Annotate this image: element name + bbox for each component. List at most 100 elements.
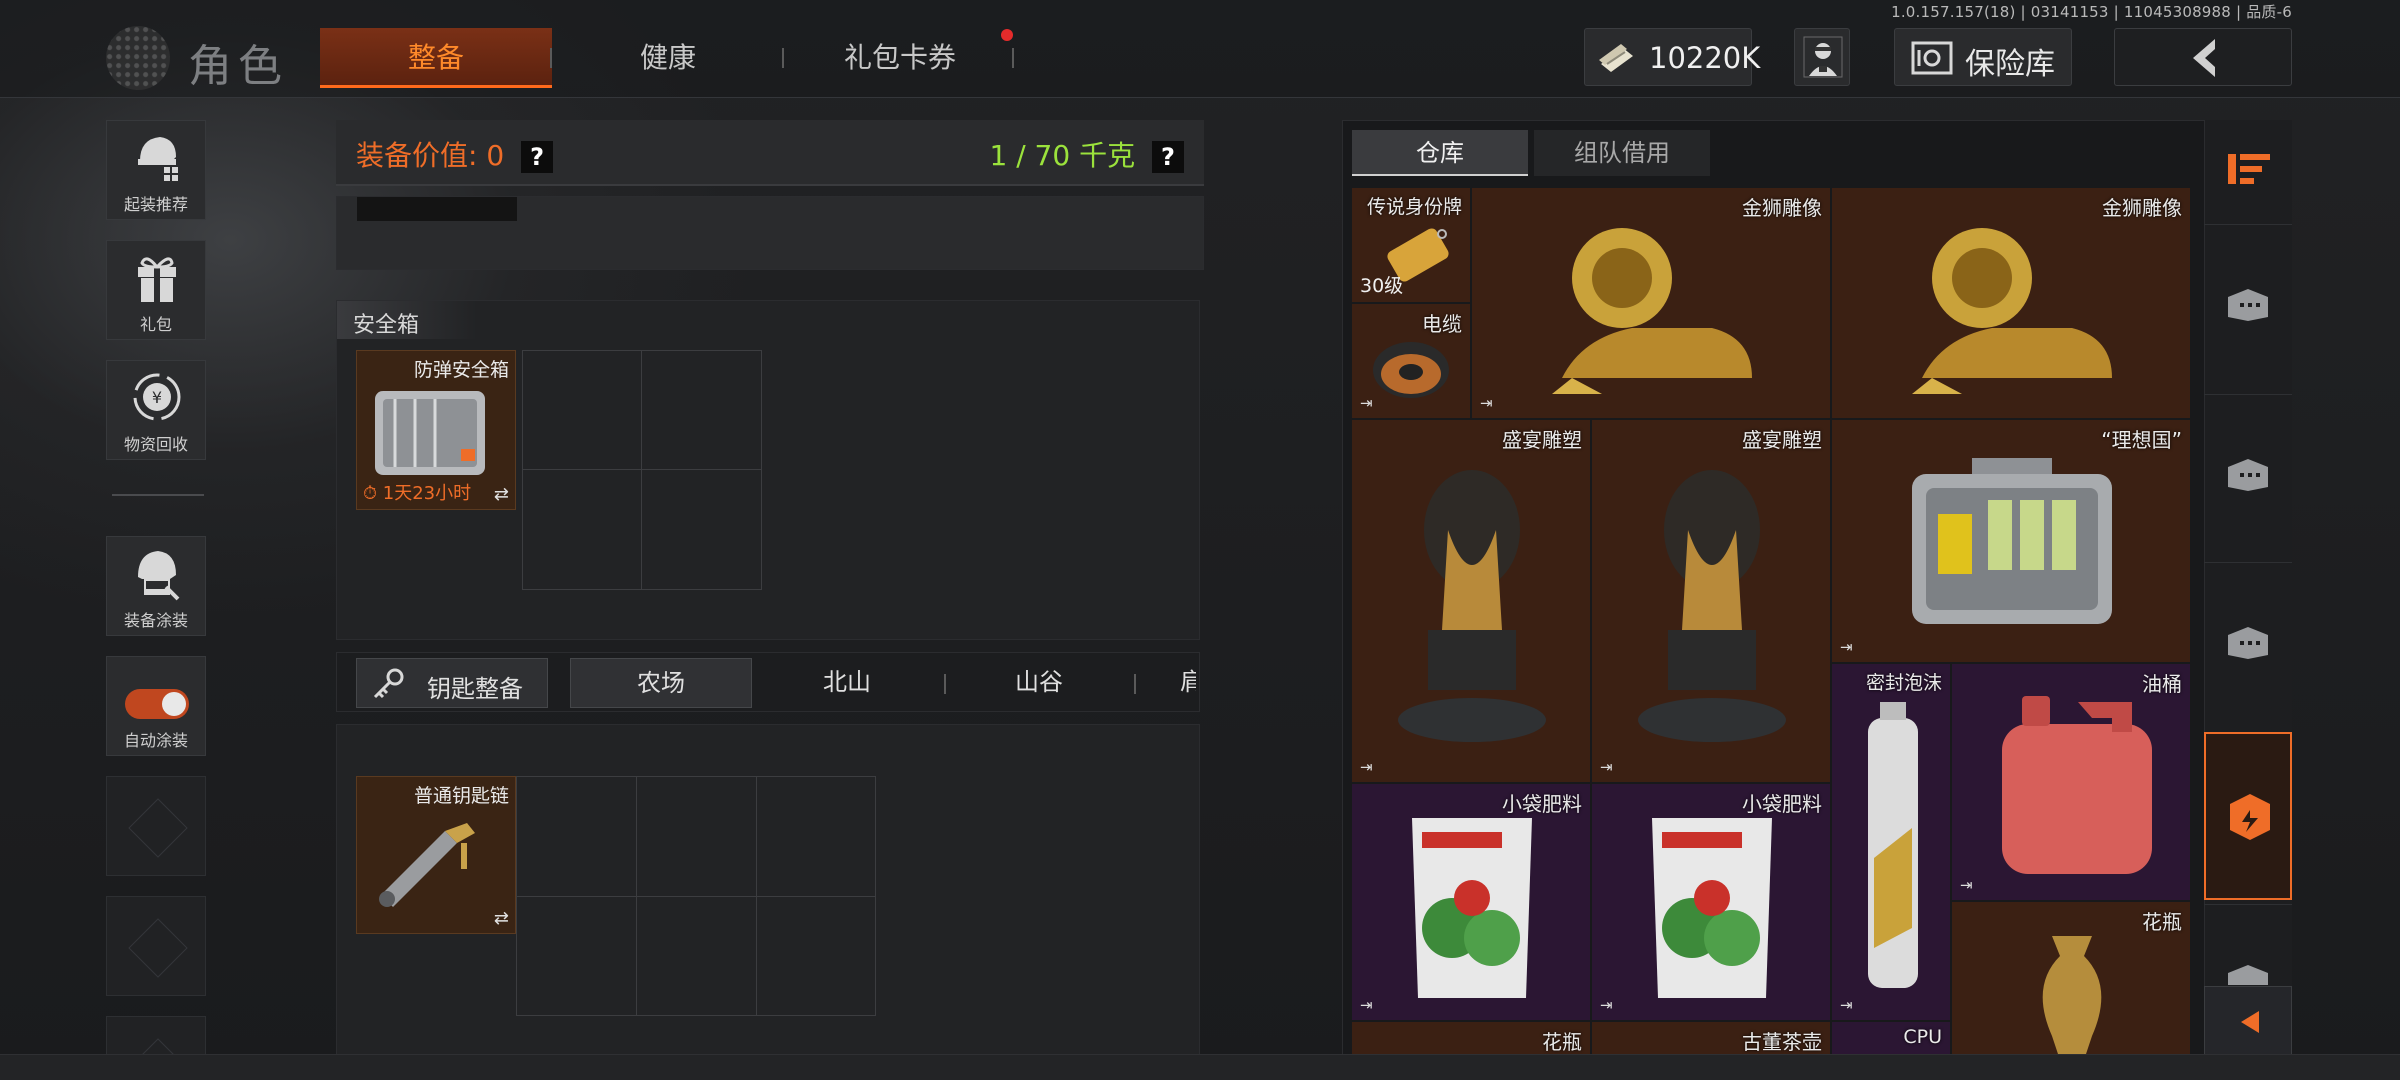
auto-paint-toggle[interactable]	[125, 689, 189, 719]
map-tab-valley[interactable]: 山谷	[946, 658, 1132, 708]
hazard-case-icon	[1912, 458, 2112, 624]
export-icon[interactable]: ⇥	[1600, 996, 1613, 1014]
export-icon[interactable]: ⇥	[1480, 394, 1493, 412]
helmet-gear-icon	[138, 137, 178, 181]
item-utopia-case[interactable]: “理想国” ⇥	[1832, 420, 2190, 662]
cable-spool-icon	[1373, 342, 1449, 398]
keychain-icon	[379, 823, 475, 907]
secure-box-grid	[522, 350, 762, 590]
storage-box-active[interactable]	[2204, 732, 2292, 900]
item-name: 普通钥匙链	[413, 785, 509, 807]
help-icon[interactable]: ?	[1152, 141, 1184, 173]
storage-box-icon	[2228, 627, 2268, 659]
weight-capacity: 1 / 70 千克	[989, 139, 1136, 172]
secure-box-slot[interactable]: 防弹安全箱 ⏱ 1天23小时 ⇄	[356, 350, 516, 510]
cash-icon	[1599, 44, 1633, 72]
item-banquet-sculpture[interactable]: 盛宴雕塑 ⇥	[1352, 420, 1590, 782]
item-name: 密封泡沫	[1865, 672, 1942, 694]
equipment-strip	[336, 196, 1204, 270]
export-icon[interactable]: ⇥	[1840, 638, 1853, 656]
export-icon[interactable]: ⇥	[1960, 876, 1973, 894]
keychain-slot[interactable]: 普通钥匙链 ⇄	[356, 776, 516, 934]
storage-box-icon	[2228, 289, 2268, 321]
safe-vault-button[interactable]: 保险库	[1894, 28, 2072, 86]
bust-sculpture-icon	[1398, 470, 1546, 742]
item-name: 防弹安全箱	[413, 359, 509, 381]
back-button[interactable]	[2114, 28, 2292, 86]
map-tab-partial[interactable]: 肩	[1180, 658, 1196, 708]
key-icon	[373, 668, 404, 699]
item-banquet-sculpture[interactable]: 盛宴雕塑 ⇥	[1592, 420, 1830, 782]
item-name: 盛宴雕塑	[1742, 428, 1822, 452]
active-box-icon	[2230, 794, 2270, 840]
swap-icon[interactable]: ⇄	[494, 484, 509, 505]
export-icon[interactable]: ⇥	[1360, 758, 1373, 776]
item-fertilizer-bag[interactable]: 小袋肥料 ⇥	[1352, 784, 1590, 1020]
recycle-button[interactable]: ¥ 物资回收	[106, 360, 206, 460]
key-loadout-button[interactable]: 钥匙整备	[356, 658, 548, 708]
operator-avatar-icon	[1803, 36, 1843, 78]
secure-box-title: 安全箱	[353, 313, 420, 338]
golden-lion-icon	[1552, 228, 1752, 394]
item-oil-barrel[interactable]: 油桶 ⇥	[1952, 664, 2190, 900]
export-icon[interactable]: ⇥	[1360, 996, 1373, 1014]
item-golden-lion[interactable]: 金狮雕像 ⇥	[1472, 188, 1830, 418]
export-icon[interactable]: ⇥	[1600, 758, 1613, 776]
profile-button[interactable]	[1794, 28, 1850, 86]
empty-slot	[106, 896, 206, 996]
item-name: 古董茶壶	[1742, 1030, 1822, 1054]
item-legendary-tag[interactable]: 传说身份牌 30级	[1352, 188, 1470, 302]
item-name: CPU	[1903, 1026, 1942, 1048]
sort-icon	[2228, 154, 2270, 184]
page-title: 角色	[188, 41, 288, 92]
bottom-strip	[0, 1054, 2400, 1080]
item-cable[interactable]: 电缆 ⇥	[1352, 304, 1470, 418]
export-icon[interactable]: ⇥	[1360, 394, 1373, 412]
strip-label	[357, 197, 517, 221]
storage-box-1[interactable]	[2204, 224, 2292, 388]
swap-icon[interactable]: ⇄	[494, 908, 509, 929]
help-icon[interactable]: ?	[521, 141, 554, 173]
tab-gift-cards[interactable]: 礼包卡券	[784, 28, 1016, 88]
loadout-recommend-button[interactable]: 起装推荐	[106, 120, 206, 220]
item-sealing-foam[interactable]: 密封泡沫 ⇥	[1832, 664, 1950, 1020]
export-icon[interactable]: ⇥	[1840, 996, 1853, 1014]
item-name: 传说身份牌	[1366, 196, 1462, 218]
key-grid	[516, 776, 876, 1016]
auto-paint-button[interactable]: 自动涂装	[106, 656, 206, 756]
tab-warehouse[interactable]: 仓库	[1352, 130, 1528, 176]
tab-team-borrow[interactable]: 组队借用	[1534, 130, 1710, 176]
gear-paint-button[interactable]: 装备涂装	[106, 536, 206, 636]
paint-helmet-icon	[138, 551, 180, 601]
sidebar-item-label: 物资回收	[123, 435, 188, 454]
item-golden-lion[interactable]: 金狮雕像	[1832, 188, 2190, 418]
item-name: 花瓶	[1542, 1030, 1582, 1054]
sidebar-item-label: 装备涂装	[123, 611, 188, 630]
gift-button[interactable]: 礼包	[106, 240, 206, 340]
tab-health[interactable]: 健康	[552, 28, 784, 88]
storage-box-2[interactable]	[2204, 394, 2292, 558]
bust-sculpture-icon	[1638, 470, 1786, 742]
collapse-arrow-icon	[2241, 1011, 2259, 1033]
sidebar-divider	[112, 494, 204, 496]
golden-lion-icon	[1912, 228, 2112, 394]
storage-box-icon	[2228, 459, 2268, 491]
storage-box-icon	[2228, 965, 2268, 985]
fertilizer-bag-icon	[1652, 818, 1772, 998]
tab-separator	[1012, 48, 1014, 68]
empty-slot	[106, 776, 206, 876]
safe-vault-label: 保险库	[1965, 47, 2055, 82]
storage-box-3[interactable]	[2204, 562, 2292, 726]
collapse-button[interactable]	[2204, 986, 2292, 1056]
map-tab-north-mountain[interactable]: 北山	[752, 658, 942, 708]
tab-gear[interactable]: 整备	[320, 28, 552, 88]
currency-display[interactable]: 10220K	[1584, 28, 1760, 86]
sidebar-item-label: 起装推荐	[123, 195, 188, 214]
sidebar-item-label: 礼包	[139, 315, 172, 334]
map-tab-farm[interactable]: 农场	[570, 658, 752, 708]
filter-sort-button[interactable]	[2204, 120, 2292, 222]
item-fertilizer-bag[interactable]: 小袋肥料 ⇥	[1592, 784, 1830, 1020]
version-text: 1.0.157.157(18) | 03141153 | 11045308988…	[1891, 3, 2292, 21]
fertilizer-bag-icon	[1412, 818, 1532, 998]
storage-box-4[interactable]	[2204, 904, 2292, 985]
